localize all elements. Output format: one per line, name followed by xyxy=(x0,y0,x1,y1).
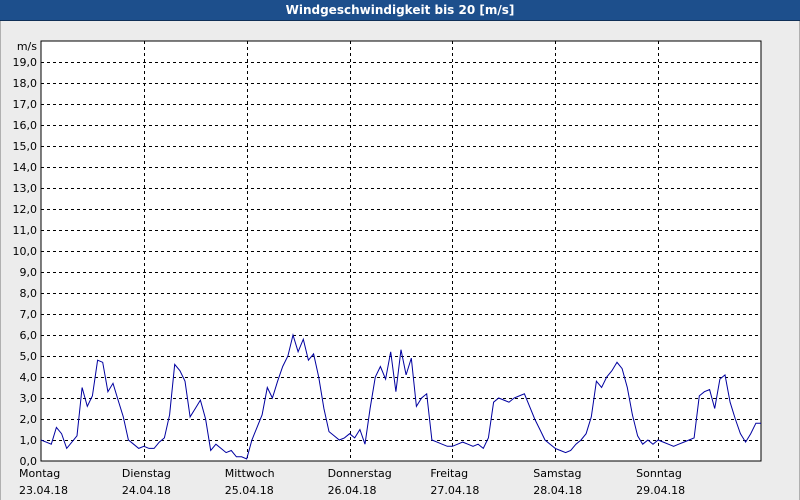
y-tick-label: 13,0 xyxy=(13,182,38,195)
y-axis-label: m/s xyxy=(17,40,37,53)
x-tick-day-label: Sonntag xyxy=(636,467,682,480)
x-tick-day-label: Donnerstag xyxy=(328,467,392,480)
x-tick-day-label: Mittwoch xyxy=(225,467,275,480)
y-tick-label: 8,0 xyxy=(20,287,38,300)
y-tick-label: 15,0 xyxy=(13,140,38,153)
y-tick-label: 14,0 xyxy=(13,161,38,174)
y-tick-label: 16,0 xyxy=(13,119,38,132)
x-tick-day-label: Montag xyxy=(19,467,60,480)
x-tick-day-label: Freitag xyxy=(430,467,468,480)
y-tick-label: 2,0 xyxy=(20,413,38,426)
x-tick-date-label: 26.04.18 xyxy=(328,484,377,497)
y-tick-label: 10,0 xyxy=(13,245,38,258)
y-tick-label: 5,0 xyxy=(20,350,38,363)
x-tick-date-label: 28.04.18 xyxy=(533,484,582,497)
y-tick-label: 7,0 xyxy=(20,308,38,321)
y-tick-label: 9,0 xyxy=(20,266,38,279)
y-tick-label: 4,0 xyxy=(20,371,38,384)
y-tick-label: 3,0 xyxy=(20,392,38,405)
x-tick-date-label: 29.04.18 xyxy=(636,484,685,497)
x-tick-date-label: 25.04.18 xyxy=(225,484,274,497)
y-tick-label: 18,0 xyxy=(13,77,38,90)
x-tick-date-label: 27.04.18 xyxy=(430,484,479,497)
x-tick-date-label: 23.04.18 xyxy=(19,484,68,497)
x-tick-day-label: Dienstag xyxy=(122,467,171,480)
y-tick-label: 19,0 xyxy=(13,56,38,69)
x-tick-day-label: Samstag xyxy=(533,467,581,480)
y-tick-label: 11,0 xyxy=(13,224,38,237)
y-tick-label: 17,0 xyxy=(13,98,38,111)
wind-speed-chart: 0,01,02,03,04,05,06,07,08,09,010,011,012… xyxy=(13,40,762,497)
y-tick-label: 1,0 xyxy=(20,434,38,447)
y-tick-label: 12,0 xyxy=(13,203,38,216)
x-tick-date-label: 24.04.18 xyxy=(122,484,171,497)
y-tick-label: 6,0 xyxy=(20,329,38,342)
